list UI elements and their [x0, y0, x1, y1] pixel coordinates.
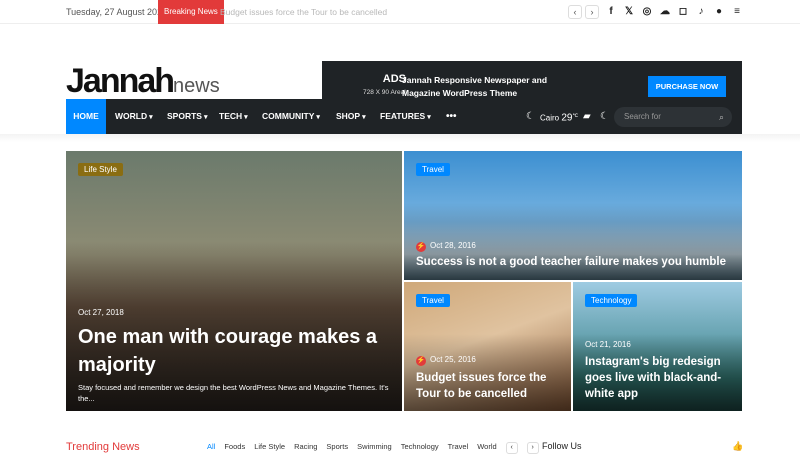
nav-label: TECH — [219, 111, 243, 121]
nav-shadow — [0, 134, 800, 142]
weather-widget: Cairo 29℃ — [540, 99, 578, 134]
nav-item-home[interactable]: HOME — [66, 99, 106, 134]
trending-news-heading: Trending News — [66, 441, 140, 453]
weather-city: Cairo — [540, 113, 560, 123]
thumbs-up-icon[interactable]: 👍 — [732, 441, 743, 452]
trending-filters: All Foods Life Style Racing Sports Swimm… — [207, 442, 539, 454]
filter-travel[interactable]: Travel — [448, 442, 469, 454]
dribbble-icon[interactable]: ◎ — [641, 6, 653, 18]
nav-label: SPORTS — [167, 111, 202, 121]
chevron-down-icon: ▾ — [362, 114, 366, 121]
post-title[interactable]: One man with courage makes a majority — [78, 323, 388, 379]
nav-item-tech[interactable]: TECH ▾ — [219, 99, 248, 134]
breaking-news-headline[interactable]: Budget issues force the Tour to be cance… — [220, 7, 387, 17]
logo-main: Jannah — [66, 62, 175, 100]
nav-label: WORLD — [115, 111, 148, 121]
chevron-down-icon: ▾ — [149, 114, 153, 121]
nav-item-world[interactable]: WORLD ▾ — [115, 99, 153, 134]
shopping-bag-icon[interactable]: ▰ — [583, 99, 591, 134]
logo-sub: news — [173, 75, 220, 97]
post-excerpt: Stay focused and remember we design the … — [78, 383, 389, 403]
filter-sports[interactable]: Sports — [326, 442, 348, 454]
weather-unit: ℃ — [572, 113, 579, 119]
post-meta: ⚡ Oct 25, 2016 — [416, 355, 476, 366]
flash-icon: ⚡ — [416, 242, 426, 252]
current-date: Tuesday, 27 August 2024 — [66, 6, 168, 17]
ad-size: 728 X 90 Area! — [362, 89, 406, 96]
moon-icon[interactable]: ☾ — [526, 99, 535, 134]
next-arrow-icon[interactable]: › — [526, 442, 539, 454]
weather-temp: 29 — [561, 112, 573, 124]
featured-post-4[interactable]: Technology Oct 21, 2016 Instagram's big … — [573, 282, 742, 411]
featured-post-2[interactable]: Travel ⚡ Oct 28, 2016 Success is not a go… — [404, 151, 742, 280]
purchase-now-button[interactable]: PURCHASE NOW — [648, 76, 726, 97]
flash-icon: ⚡ — [416, 356, 426, 366]
instagram-icon[interactable]: ◻ — [677, 6, 689, 18]
filter-world[interactable]: World — [477, 442, 496, 454]
menu-icon[interactable]: ≡ — [731, 6, 743, 18]
chevron-down-icon: ▾ — [316, 114, 320, 121]
nav-item-community[interactable]: COMMUNITY ▾ — [262, 99, 320, 134]
filter-swimming[interactable]: Swimming — [357, 442, 392, 454]
search-input[interactable]: Search for ⌕ — [614, 107, 732, 127]
social-icons: f 𝕏 ◎ ☁ ◻ ♪ ● ≡ — [605, 6, 743, 18]
search-placeholder: Search for — [624, 112, 661, 121]
filter-foods[interactable]: Foods — [224, 442, 245, 454]
prev-arrow-icon[interactable]: ‹ — [505, 442, 518, 454]
x-icon[interactable]: 𝕏 — [623, 6, 635, 18]
category-badge[interactable]: Travel — [416, 163, 450, 176]
site-logo[interactable]: Jannahnews — [66, 64, 220, 98]
post-title[interactable]: Success is not a good teacher failure ma… — [416, 255, 736, 270]
nav-item-sports[interactable]: SPORTS ▾ — [167, 99, 207, 134]
post-title[interactable]: Instagram's big redesign goes live with … — [585, 354, 735, 402]
featured-post-main[interactable]: Life Style Oct 27, 2018 One man with cou… — [66, 151, 402, 411]
nav-label: COMMUNITY — [262, 111, 315, 121]
site-header: Jannahnews ADS 728 X 90 Area! Jannah Res… — [0, 24, 800, 112]
nav-label: SHOP — [336, 111, 361, 121]
chevron-down-icon: ▾ — [244, 114, 248, 121]
category-badge[interactable]: Technology — [585, 294, 638, 307]
featured-post-3[interactable]: Travel ⚡ Oct 25, 2016 Budget issues force… — [404, 282, 571, 411]
chevron-down-icon: ▾ — [203, 114, 208, 121]
post-date: Oct 28, 2016 — [430, 241, 476, 250]
search-icon[interactable]: ⌕ — [719, 107, 724, 127]
nav-label: FEATURES — [380, 111, 426, 121]
facebook-icon[interactable]: f — [605, 6, 617, 18]
filter-technology[interactable]: Technology — [401, 442, 439, 454]
user-icon[interactable]: ● — [713, 6, 725, 18]
chevron-down-icon: ▾ — [427, 114, 431, 121]
next-arrow-icon[interactable]: › — [585, 4, 599, 19]
post-date: Oct 21, 2016 — [585, 340, 631, 349]
ad-text: Jannah Responsive Newspaper and Magazine… — [402, 75, 548, 98]
category-badge[interactable]: Life Style — [78, 163, 123, 176]
filter-life-style[interactable]: Life Style — [254, 442, 285, 454]
tiktok-icon[interactable]: ♪ — [695, 6, 707, 18]
post-title[interactable]: Budget issues force the Tour to be cance… — [416, 370, 566, 402]
nav-item-shop[interactable]: SHOP ▾ — [336, 99, 366, 134]
breaking-news-label: Breaking News — [158, 0, 224, 24]
filter-racing[interactable]: Racing — [294, 442, 317, 454]
dark-mode-icon[interactable]: ☾ — [600, 99, 609, 134]
post-meta: ⚡ Oct 28, 2016 — [416, 241, 476, 252]
filter-all[interactable]: All — [207, 442, 215, 454]
post-date: Oct 25, 2016 — [430, 355, 476, 364]
post-date: Oct 27, 2018 — [78, 308, 124, 317]
prev-arrow-icon[interactable]: ‹ — [568, 4, 582, 19]
follow-us-heading: Follow Us — [542, 441, 582, 451]
breaking-news-arrows: ‹ › — [568, 4, 599, 19]
more-menu-icon[interactable]: ••• — [446, 99, 457, 134]
top-bar: Tuesday, 27 August 2024 Breaking News Bu… — [0, 0, 800, 24]
ad-title: ADS — [382, 73, 406, 85]
soundcloud-icon[interactable]: ☁ — [659, 6, 671, 18]
main-nav: HOME WORLD ▾ SPORTS ▾ TECH ▾ COMMUNITY ▾ SHO… — [66, 99, 742, 134]
nav-item-features[interactable]: FEATURES ▾ — [380, 99, 431, 134]
category-badge[interactable]: Travel — [416, 294, 450, 307]
